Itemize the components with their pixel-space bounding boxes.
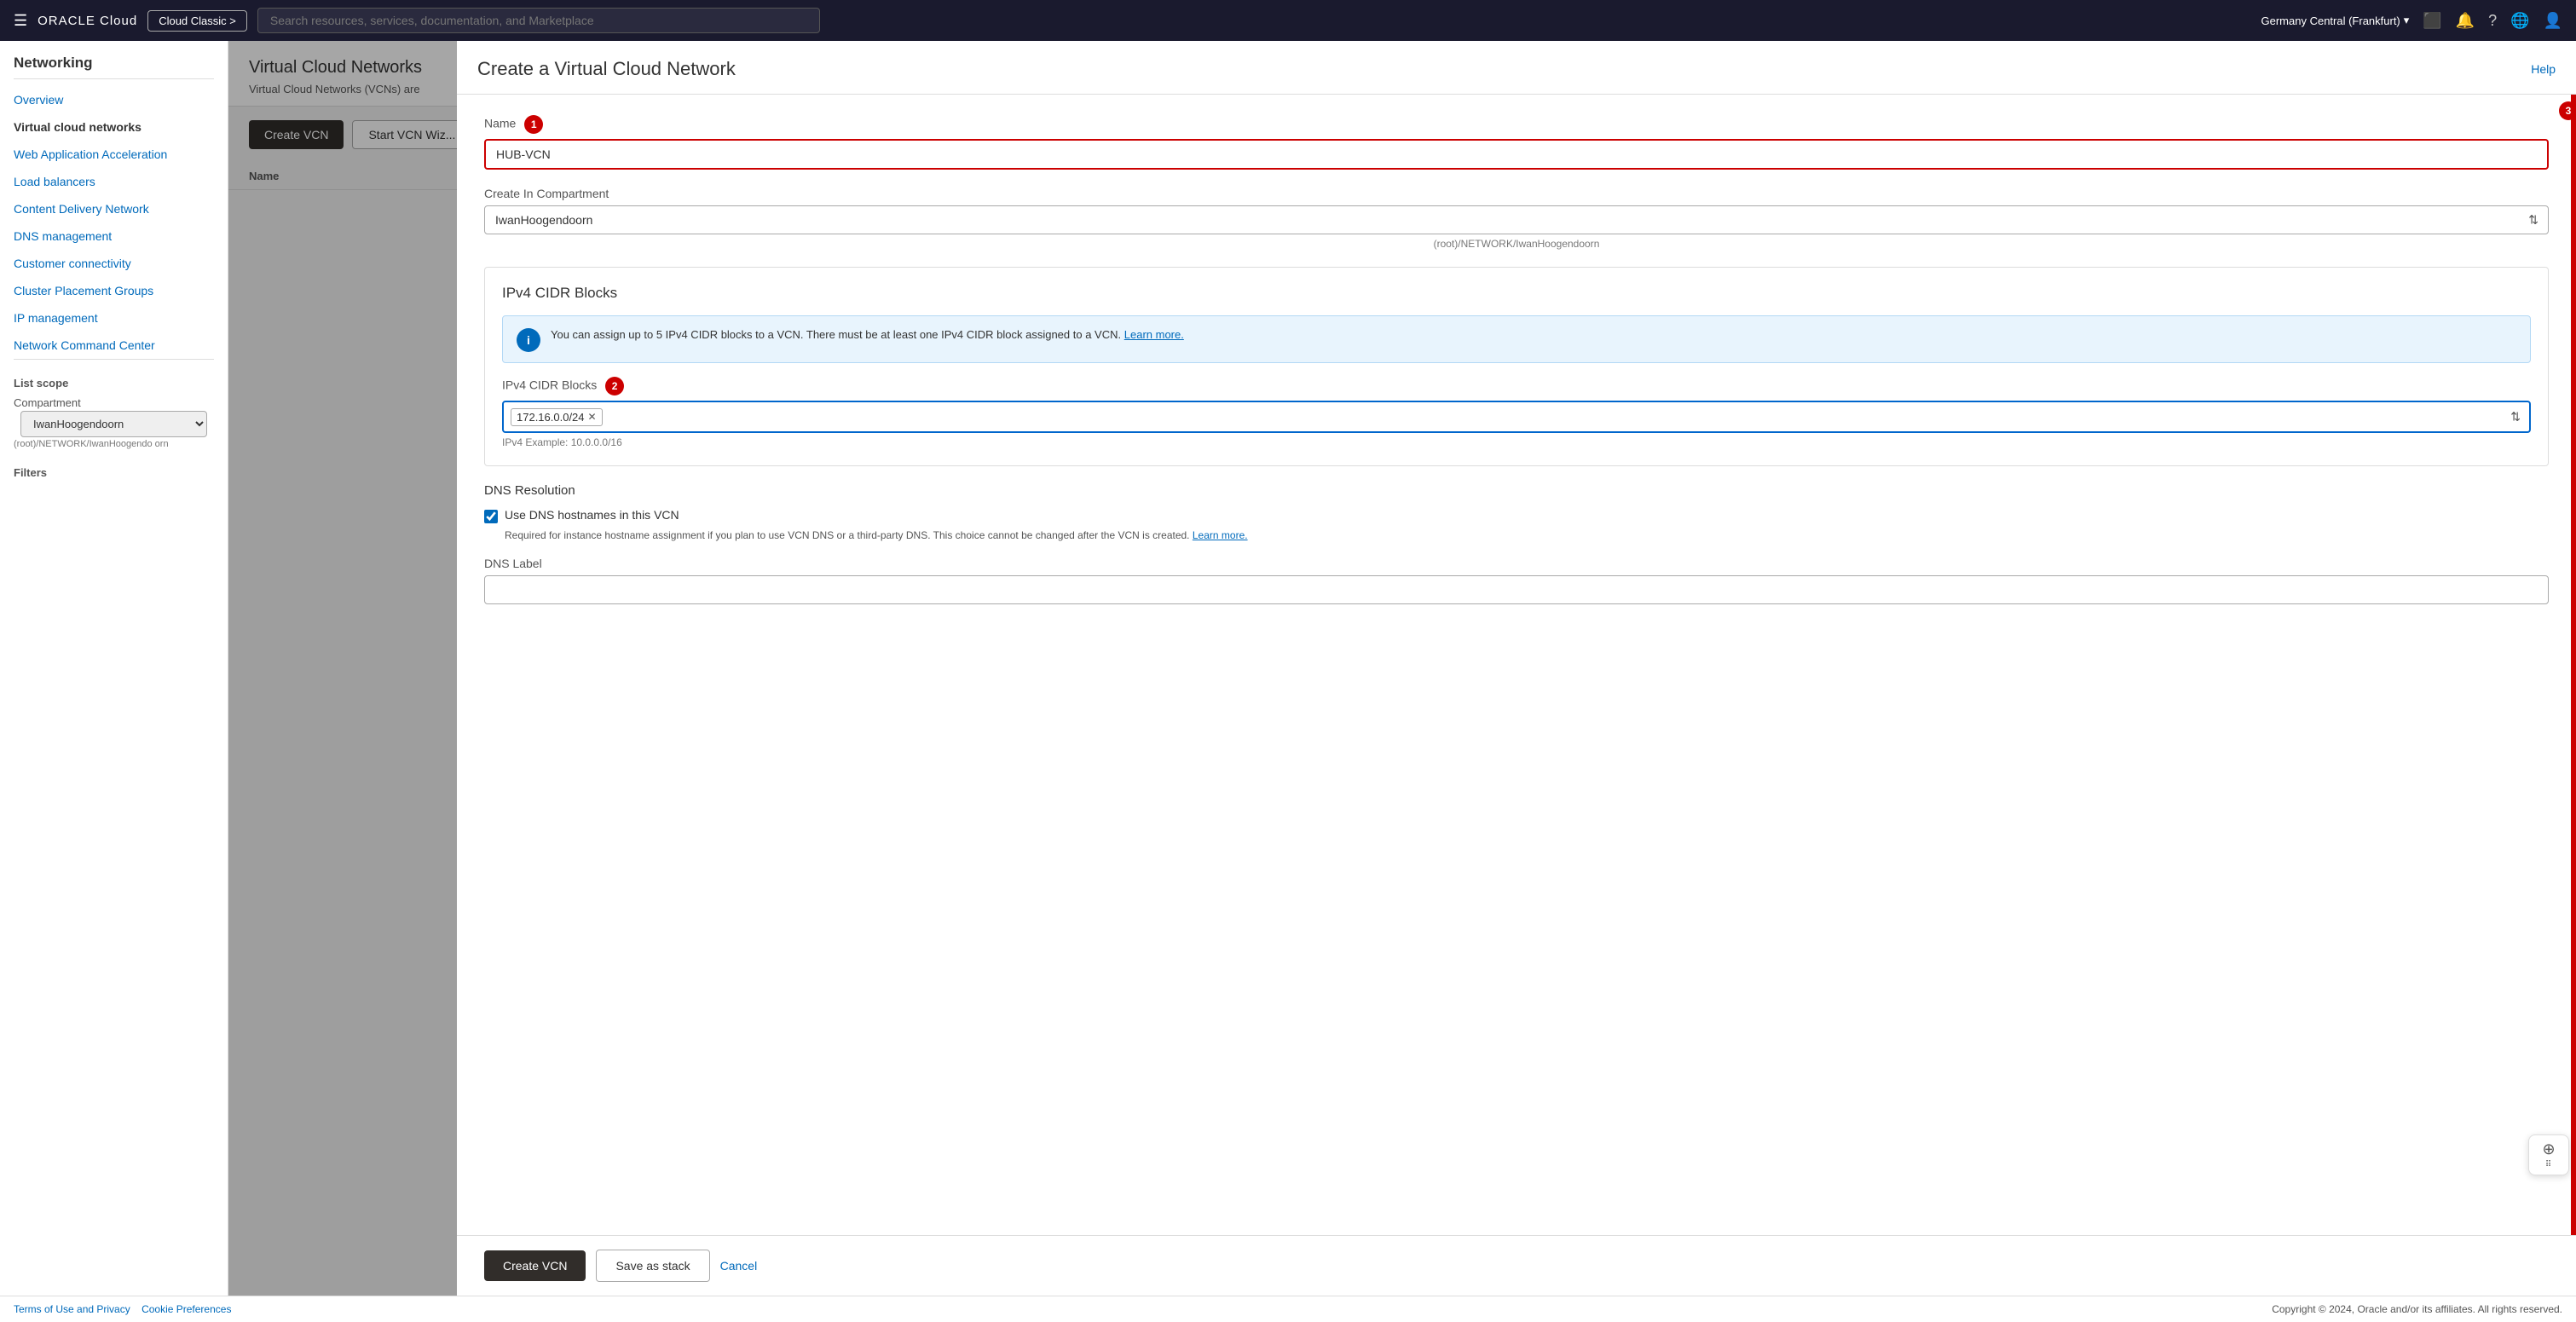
list-scope-divider bbox=[14, 359, 214, 360]
learn-more-cidr-link[interactable]: Learn more. bbox=[1124, 328, 1184, 341]
sidebar-item-dns-management[interactable]: DNS management bbox=[0, 222, 228, 250]
help-icon[interactable]: ? bbox=[2488, 12, 2497, 30]
name-form-group: Name 1 bbox=[484, 115, 2549, 170]
step3-badge: 3 bbox=[2559, 101, 2576, 120]
name-label: Name 1 bbox=[484, 115, 2549, 134]
cookie-preferences-link[interactable]: Cookie Preferences bbox=[142, 1303, 231, 1315]
main-content: Virtual Cloud Networks Virtual Cloud Net… bbox=[228, 41, 2576, 1296]
cloud-classic-button[interactable]: Cloud Classic > bbox=[147, 10, 247, 32]
globe-icon[interactable]: 🌐 bbox=[2510, 12, 2529, 30]
modal-footer: Create VCN Save as stack Cancel bbox=[457, 1235, 2576, 1296]
filters-label: Filters bbox=[0, 456, 228, 482]
create-vcn-submit-button[interactable]: Create VCN bbox=[484, 1250, 586, 1281]
modal-help-link[interactable]: Help bbox=[2531, 62, 2556, 76]
compartment-form-group: Create In Compartment IwanHoogendoorn ⇅ … bbox=[484, 187, 2549, 250]
region-selector[interactable]: Germany Central (Frankfurt) ▾ bbox=[2261, 14, 2410, 27]
oracle-logo: ORACLE Cloud bbox=[38, 14, 137, 28]
dns-section: DNS Resolution Use DNS hostnames in this… bbox=[484, 483, 2549, 604]
compartment-dropdown[interactable]: IwanHoogendoorn bbox=[484, 205, 2549, 234]
step2-badge: 2 bbox=[605, 377, 624, 395]
create-vcn-modal: Create a Virtual Cloud Network Help 3 Na… bbox=[457, 41, 2576, 1296]
dns-checkbox-label: Use DNS hostnames in this VCN bbox=[505, 508, 679, 522]
top-navigation: ☰ ORACLE Cloud Cloud Classic > Germany C… bbox=[0, 0, 2576, 41]
lifebuoy-icon: ⊕ bbox=[2542, 1140, 2555, 1158]
terminal-icon[interactable]: ⬛ bbox=[2423, 12, 2441, 30]
sidebar-divider bbox=[14, 78, 214, 79]
cidr-input-wrapper[interactable]: 172.16.0.0/24 ✕ ⇅ bbox=[502, 401, 2531, 433]
dns-checkbox[interactable] bbox=[484, 510, 498, 523]
user-avatar[interactable]: 👤 bbox=[2544, 12, 2562, 30]
cancel-button[interactable]: Cancel bbox=[720, 1259, 758, 1273]
sidebar-item-overview[interactable]: Overview bbox=[0, 86, 228, 113]
sidebar-title: Networking bbox=[0, 41, 228, 78]
compartment-path: (root)/NETWORK/IwanHoogendo orn bbox=[0, 437, 228, 456]
compartment-label: Compartment bbox=[0, 393, 228, 411]
cidr-blocks-label: IPv4 CIDR Blocks 2 bbox=[502, 377, 2531, 395]
step1-badge: 1 bbox=[524, 115, 543, 134]
dns-checkbox-row: Use DNS hostnames in this VCN bbox=[484, 508, 2549, 523]
chevron-down-icon: ▾ bbox=[2404, 14, 2410, 27]
compartment-dropdown-wrapper: IwanHoogendoorn ⇅ bbox=[484, 205, 2549, 234]
cidr-tag: 172.16.0.0/24 ✕ bbox=[511, 408, 603, 426]
nav-right: Germany Central (Frankfurt) ▾ ⬛ 🔔 ? 🌐 👤 bbox=[2261, 12, 2563, 30]
dns-resolution-title: DNS Resolution bbox=[484, 483, 2549, 498]
modal-body: 3 Name 1 Create In Compartment IwanHoog bbox=[457, 95, 2576, 1235]
copyright: Copyright © 2024, Oracle and/or its affi… bbox=[2272, 1303, 2562, 1315]
terms-link[interactable]: Terms of Use and Privacy bbox=[14, 1303, 130, 1315]
sidebar-item-customer-connectivity[interactable]: Customer connectivity bbox=[0, 250, 228, 277]
modal-header: Create a Virtual Cloud Network Help bbox=[457, 41, 2576, 95]
create-in-compartment-label: Create In Compartment bbox=[484, 187, 2549, 200]
info-box: i You can assign up to 5 IPv4 CIDR block… bbox=[502, 315, 2531, 363]
bell-icon[interactable]: 🔔 bbox=[2456, 12, 2475, 30]
cidr-tag-remove[interactable]: ✕ bbox=[588, 411, 597, 423]
info-icon: i bbox=[517, 328, 540, 352]
sidebar-item-cluster-placement-groups[interactable]: Cluster Placement Groups bbox=[0, 277, 228, 304]
cidr-section: IPv4 CIDR Blocks i You can assign up to … bbox=[484, 267, 2549, 466]
step3-border bbox=[2571, 95, 2576, 1235]
cidr-section-title: IPv4 CIDR Blocks bbox=[502, 285, 2531, 302]
main-layout: Networking Overview Virtual cloud networ… bbox=[0, 41, 2576, 1296]
sidebar: Networking Overview Virtual cloud networ… bbox=[0, 41, 228, 1296]
save-as-stack-button[interactable]: Save as stack bbox=[596, 1250, 709, 1282]
step3-badge-container: 3 bbox=[2554, 101, 2576, 120]
search-input[interactable] bbox=[257, 8, 820, 33]
list-scope-title: List scope bbox=[0, 367, 228, 393]
sidebar-item-content-delivery-network[interactable]: Content Delivery Network bbox=[0, 195, 228, 222]
modal-title: Create a Virtual Cloud Network bbox=[477, 58, 736, 80]
cidr-text-input[interactable] bbox=[606, 409, 2522, 425]
dns-label-title: DNS Label bbox=[484, 557, 2549, 570]
learn-more-dns-link[interactable]: Learn more. bbox=[1193, 529, 1248, 541]
compartment-path-hint: (root)/NETWORK/IwanHoogendoorn bbox=[484, 238, 2549, 250]
bottom-bar: Terms of Use and Privacy Cookie Preferen… bbox=[0, 1296, 2576, 1322]
sidebar-item-virtual-cloud-networks[interactable]: Virtual cloud networks bbox=[0, 113, 228, 141]
sidebar-item-network-command-center[interactable]: Network Command Center bbox=[0, 332, 228, 359]
bottom-left: Terms of Use and Privacy Cookie Preferen… bbox=[14, 1303, 231, 1315]
dns-label-input[interactable] bbox=[484, 575, 2549, 604]
cidr-example: IPv4 Example: 10.0.0.0/16 bbox=[502, 436, 2531, 448]
info-text: You can assign up to 5 IPv4 CIDR blocks … bbox=[551, 326, 1184, 343]
dns-checkbox-hint: Required for instance hostname assignmen… bbox=[505, 528, 2549, 543]
help-widget[interactable]: ⊕ ⠿ bbox=[2528, 1134, 2569, 1175]
sidebar-item-ip-management[interactable]: IP management bbox=[0, 304, 228, 332]
name-input[interactable] bbox=[484, 139, 2549, 170]
sidebar-item-web-application-acceleration[interactable]: Web Application Acceleration bbox=[0, 141, 228, 168]
compartment-select[interactable]: IwanHoogendoorn bbox=[20, 411, 207, 437]
sidebar-item-load-balancers[interactable]: Load balancers bbox=[0, 168, 228, 195]
hamburger-icon[interactable]: ☰ bbox=[14, 12, 27, 30]
help-widget-dots: ⠿ bbox=[2545, 1160, 2552, 1169]
